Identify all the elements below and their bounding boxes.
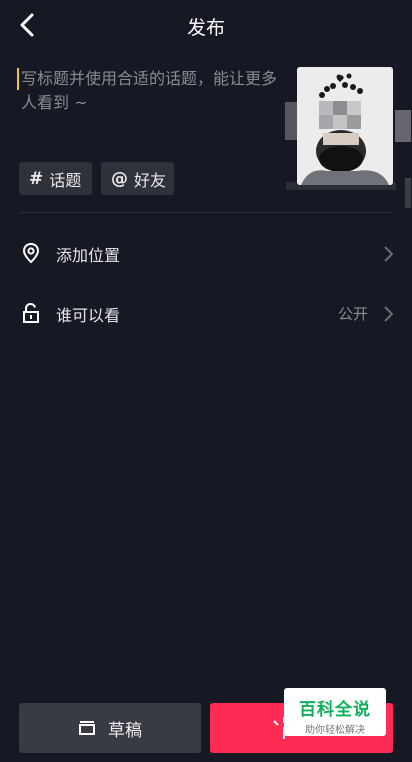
draft-button-label: 草稿 — [108, 720, 142, 741]
mosaic-blur-edge — [405, 178, 411, 208]
unlock-icon — [23, 302, 39, 323]
page-title: 发布 — [186, 17, 225, 39]
draft-box-icon — [79, 721, 95, 735]
chevron-right-icon — [384, 246, 394, 262]
divider — [19, 212, 393, 213]
visibility-label: 谁可以看 — [56, 306, 121, 325]
top-bar: 发布 — [0, 0, 412, 50]
caption-input[interactable]: 写标题并使用合适的话题，能让更多人看到 ~ — [19, 67, 291, 115]
hash-icon: # — [29, 168, 44, 189]
friend-chip-label: 好友 — [134, 170, 167, 190]
cover-image — [297, 67, 393, 185]
add-location-row[interactable]: 添加位置 — [0, 232, 412, 276]
location-pin-icon — [22, 242, 40, 264]
watermark-subtitle: 助你轻松解决 — [305, 725, 365, 736]
video-cover-thumbnail[interactable] — [297, 67, 393, 185]
watermark-title: 百科全说 — [299, 700, 371, 720]
add-location-label: 添加位置 — [56, 246, 121, 265]
visibility-row[interactable]: 谁可以看 公开 — [0, 292, 412, 336]
at-icon: @ — [111, 168, 128, 189]
friend-chip[interactable]: @ 好友 — [101, 162, 174, 195]
draft-button[interactable]: 草稿 — [19, 703, 201, 753]
topic-chip[interactable]: # 话题 — [19, 162, 92, 195]
chevron-right-icon — [384, 306, 394, 322]
visibility-value: 公开 — [337, 305, 368, 323]
site-watermark: 百科全说 助你轻松解决 — [284, 688, 386, 736]
topic-chip-label: 话题 — [49, 170, 82, 190]
mosaic-blur-right — [395, 110, 411, 142]
